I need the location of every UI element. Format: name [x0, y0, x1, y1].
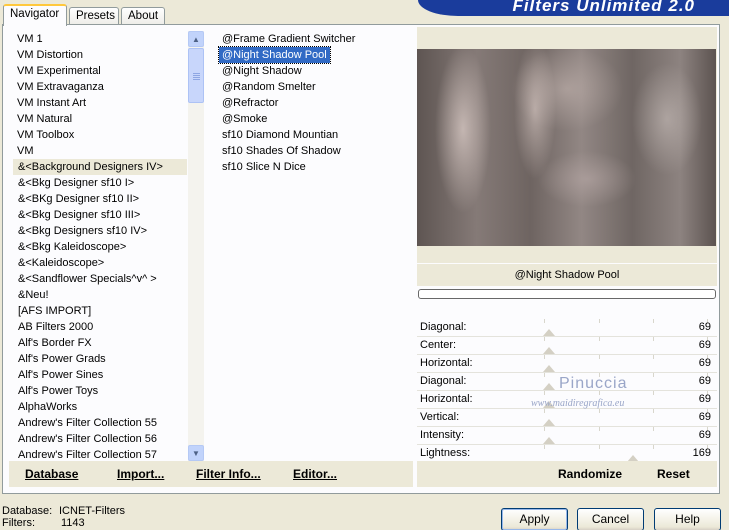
slider-value: 69 — [698, 393, 711, 405]
filter-item[interactable]: @Refractor — [219, 95, 281, 111]
editor-button[interactable]: Editor... — [293, 467, 337, 481]
filter-item[interactable]: sf10 Slice N Dice — [219, 159, 309, 175]
filter-item[interactable]: @Frame Gradient Switcher — [219, 31, 358, 47]
category-item[interactable]: [AFS IMPORT] — [13, 303, 187, 319]
category-item[interactable]: &<Bkg Kaleidoscope> — [13, 239, 187, 255]
scroll-down-button[interactable]: ▼ — [188, 445, 204, 461]
banner-title: Filters Unlimited 2.0 — [512, 0, 695, 15]
randomize-button[interactable]: Randomize — [558, 467, 622, 481]
slider-value: 69 — [698, 375, 711, 387]
category-item[interactable]: VM Instant Art — [13, 95, 187, 111]
chevron-up-icon: ▲ — [192, 34, 200, 44]
filter-list[interactable]: @Frame Gradient Switcher @Night Shadow Po… — [218, 31, 399, 191]
apply-button[interactable]: Apply — [501, 508, 568, 530]
slider-label: Vertical: — [420, 411, 460, 423]
selected-filter-name: @Night Shadow Pool — [417, 264, 717, 286]
category-item[interactable]: AlphaWorks — [13, 399, 187, 415]
category-item[interactable]: VM Extravaganza — [13, 79, 187, 95]
filter-item[interactable]: sf10 Shades Of Shadow — [219, 143, 344, 159]
slider-thumb[interactable] — [543, 347, 555, 354]
slider-row[interactable]: Horizontal: 69 — [417, 355, 717, 373]
slider-thumb[interactable] — [543, 419, 555, 426]
slider-label: Horizontal: — [420, 357, 473, 369]
scroll-up-button[interactable]: ▲ — [188, 31, 204, 47]
slider-value: 69 — [698, 411, 711, 423]
reset-button[interactable]: Reset — [657, 467, 690, 481]
database-label: Database: — [2, 505, 53, 517]
category-scrollbar[interactable]: ▲ ▼ — [188, 31, 204, 461]
slider-label: Diagonal: — [420, 321, 467, 333]
navigator-panel: VM 1 VM Distortion VM Experimental VM Extra… — [2, 24, 720, 494]
title-banner: Filters Unlimited 2.0 — [418, 0, 729, 16]
filters-label: Filters: — [2, 517, 35, 529]
slider-row[interactable]: Intensity: 69 — [417, 427, 717, 445]
progress-bar — [418, 289, 716, 299]
slider-thumb[interactable] — [543, 329, 555, 336]
slider-row[interactable]: Center: 69 — [417, 337, 717, 355]
slider-thumb[interactable] — [543, 383, 555, 390]
slider-label: Intensity: — [420, 429, 465, 441]
category-item[interactable]: VM Distortion — [13, 47, 187, 63]
category-item[interactable]: &<BKg Designer sf10 II> — [13, 191, 187, 207]
watermark-site: www.maidiregrafica.eu — [531, 398, 625, 409]
navigator-button-bar: Database Import... Filter Info... Editor… — [9, 461, 413, 487]
category-item[interactable]: &<Background Designers IV> — [13, 159, 187, 175]
filters-count: 1143 — [61, 517, 85, 529]
slider-value: 169 — [692, 447, 711, 459]
category-item[interactable]: VM Experimental — [13, 63, 187, 79]
category-item[interactable]: Alf's Power Grads — [13, 351, 187, 367]
slider-row[interactable]: Vertical: 69 — [417, 409, 717, 427]
category-item[interactable]: &<Bkg Designer sf10 I> — [13, 175, 187, 191]
category-item[interactable]: Andrew's Filter Collection 56 — [13, 431, 187, 447]
category-item[interactable]: &Neu! — [13, 287, 187, 303]
category-item[interactable]: Alf's Power Toys — [13, 383, 187, 399]
slider-label: Center: — [420, 339, 457, 351]
category-item[interactable]: &<Bkg Designers sf10 IV> — [13, 223, 187, 239]
slider-value: 69 — [698, 321, 711, 333]
category-item[interactable]: AB Filters 2000 — [13, 319, 187, 335]
slider-label: Diagonal: — [420, 375, 467, 387]
category-item[interactable]: Andrew's Filter Collection 55 — [13, 415, 187, 431]
filter-item[interactable]: @Night Shadow Pool — [218, 46, 331, 64]
tab-navigator[interactable]: Navigator — [3, 4, 67, 26]
slider-label: Lightness: — [420, 447, 471, 459]
slider-value: 69 — [698, 357, 711, 369]
slider-row[interactable]: Diagonal: 69 — [417, 319, 717, 337]
slider-label: Horizontal: — [420, 393, 473, 405]
category-item[interactable]: VM Toolbox — [13, 127, 187, 143]
filter-info-button[interactable]: Filter Info... — [196, 467, 261, 481]
category-list[interactable]: VM 1 VM Distortion VM Experimental VM Extra… — [13, 31, 187, 463]
watermark-name: Pinuccia — [559, 375, 628, 392]
filter-item[interactable]: @Random Smelter — [219, 79, 319, 95]
database-value: ICNET-Filters — [59, 505, 125, 517]
category-item[interactable]: VM Natural — [13, 111, 187, 127]
slider-thumb[interactable] — [543, 437, 555, 444]
status-area: Database: ICNET-Filters Filters: 1143 — [2, 505, 125, 529]
category-item[interactable]: Alf's Border FX — [13, 335, 187, 351]
database-button[interactable]: Database — [25, 467, 78, 481]
import-button[interactable]: Import... — [117, 467, 164, 481]
preview-image — [417, 49, 716, 246]
slider-value: 69 — [698, 339, 711, 351]
slider-value: 69 — [698, 429, 711, 441]
category-item[interactable]: &<Bkg Designer sf10 III> — [13, 207, 187, 223]
filter-item[interactable]: sf10 Diamond Mountian — [219, 127, 341, 143]
scroll-thumb[interactable] — [188, 48, 204, 103]
category-item[interactable]: &<Sandflower Specials^v^ > — [13, 271, 187, 287]
chevron-down-icon: ▼ — [192, 448, 200, 458]
cancel-button[interactable]: Cancel — [577, 508, 644, 530]
category-item[interactable]: VM — [13, 143, 187, 159]
category-item[interactable]: &<Kaleidoscope> — [13, 255, 187, 271]
parameter-button-bar: Randomize Reset — [417, 461, 717, 487]
help-button[interactable]: Help — [654, 508, 721, 530]
category-item[interactable]: Alf's Power Sines — [13, 367, 187, 383]
filter-item[interactable]: @Night Shadow — [219, 63, 305, 79]
slider-thumb[interactable] — [543, 365, 555, 372]
category-item[interactable]: VM 1 — [13, 31, 187, 47]
filter-item[interactable]: @Smoke — [219, 111, 270, 127]
